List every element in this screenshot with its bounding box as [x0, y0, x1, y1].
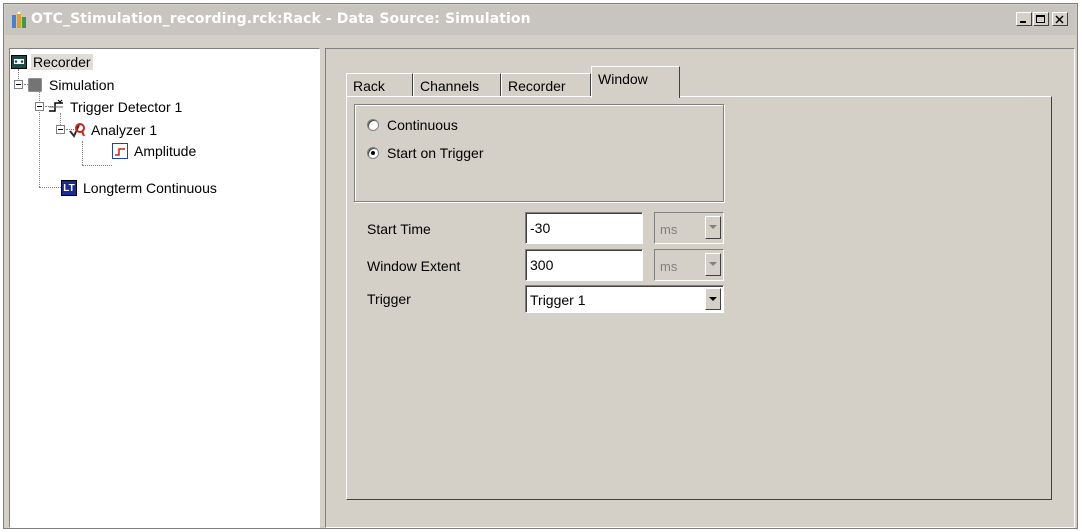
window-extent-unit-select: ms: [654, 249, 724, 281]
start-time-unit-select: ms: [654, 212, 724, 244]
tree-item-label: Trigger Detector 1: [70, 99, 183, 115]
tree-item-longterm[interactable]: LT Longterm Continuous: [61, 179, 219, 197]
chevron-down-icon: [705, 216, 721, 239]
radio-start-on-trigger[interactable]: Start on Trigger: [367, 145, 484, 161]
tree-item-trigger-detector[interactable]: Trigger Detector 1: [48, 98, 184, 116]
tab-label: Recorder: [508, 77, 566, 94]
tree-item-simulation[interactable]: Simulation: [27, 76, 116, 94]
simulation-expander[interactable]: [14, 80, 23, 89]
maximize-icon: [1036, 15, 1045, 23]
mode-groupbox: Continuous Start on Trigger: [354, 104, 724, 202]
recorder-icon: [11, 55, 27, 69]
tab-recorder[interactable]: Recorder: [501, 73, 591, 97]
app-window: OTC_Stimulation_recording.rck:Rack - Dat…: [3, 3, 1078, 529]
simulation-icon: [28, 78, 42, 92]
trigger-value: Trigger 1: [530, 292, 586, 308]
minimize-button[interactable]: [1016, 12, 1032, 26]
radio-button[interactable]: [367, 119, 379, 131]
tab-label: Channels: [420, 77, 480, 94]
tree-item-amplitude[interactable]: Amplitude: [112, 142, 198, 160]
tree-item-label: Amplitude: [134, 143, 197, 159]
tree-view[interactable]: Recorder Simulation Trigger Detector 1 A…: [9, 48, 320, 528]
tree-item-label: Analyzer 1: [91, 122, 158, 138]
chevron-down-icon[interactable]: [705, 288, 721, 310]
tree-item-label: Recorder: [31, 54, 93, 70]
tab-rack[interactable]: Rack: [346, 73, 413, 97]
maximize-button[interactable]: [1033, 12, 1049, 26]
tab-label: Rack: [353, 77, 385, 94]
start-time-label: Start Time: [367, 221, 431, 237]
window-extent-input[interactable]: 300: [525, 249, 643, 281]
trigger-label: Trigger: [367, 291, 411, 307]
close-icon: [1055, 15, 1064, 24]
unit-label: ms: [660, 222, 678, 237]
analyzer-expander[interactable]: [56, 125, 65, 134]
amplitude-icon: [112, 143, 128, 159]
tab-window[interactable]: Window: [591, 66, 680, 98]
title-bar[interactable]: OTC_Stimulation_recording.rck:Rack - Dat…: [5, 5, 1076, 35]
window-tab-panel: Continuous Start on Trigger Start Time -…: [346, 96, 1052, 500]
radio-label: Start on Trigger: [387, 145, 484, 161]
app-icon: [12, 11, 26, 28]
tree-item-analyzer[interactable]: Analyzer 1: [69, 121, 159, 139]
minimize-icon: [1020, 21, 1026, 23]
properties-pane: Rack Channels Recorder Window Continuous…: [325, 48, 1075, 528]
radio-button[interactable]: [367, 147, 379, 159]
tree-item-label: Longterm Continuous: [83, 180, 217, 196]
radio-label: Continuous: [387, 117, 458, 133]
tab-label: Window: [598, 70, 648, 87]
start-time-input[interactable]: -30: [525, 212, 643, 244]
longterm-icon: LT: [61, 180, 77, 196]
window-title: OTC_Stimulation_recording.rck:Rack - Dat…: [31, 11, 531, 27]
chevron-down-icon: [705, 253, 721, 276]
close-button[interactable]: [1052, 12, 1068, 26]
radio-continuous[interactable]: Continuous: [367, 117, 458, 133]
analyzer-icon: [69, 123, 85, 138]
tree-item-recorder[interactable]: Recorder: [11, 53, 93, 71]
tree-item-label: Simulation: [49, 77, 115, 93]
tab-channels[interactable]: Channels: [413, 73, 501, 97]
trigger-detector-icon: [49, 99, 63, 112]
window-extent-label: Window Extent: [367, 258, 461, 274]
trigger-detector-expander[interactable]: [35, 102, 44, 111]
trigger-select[interactable]: Trigger 1: [525, 285, 724, 313]
unit-label: ms: [660, 259, 678, 274]
